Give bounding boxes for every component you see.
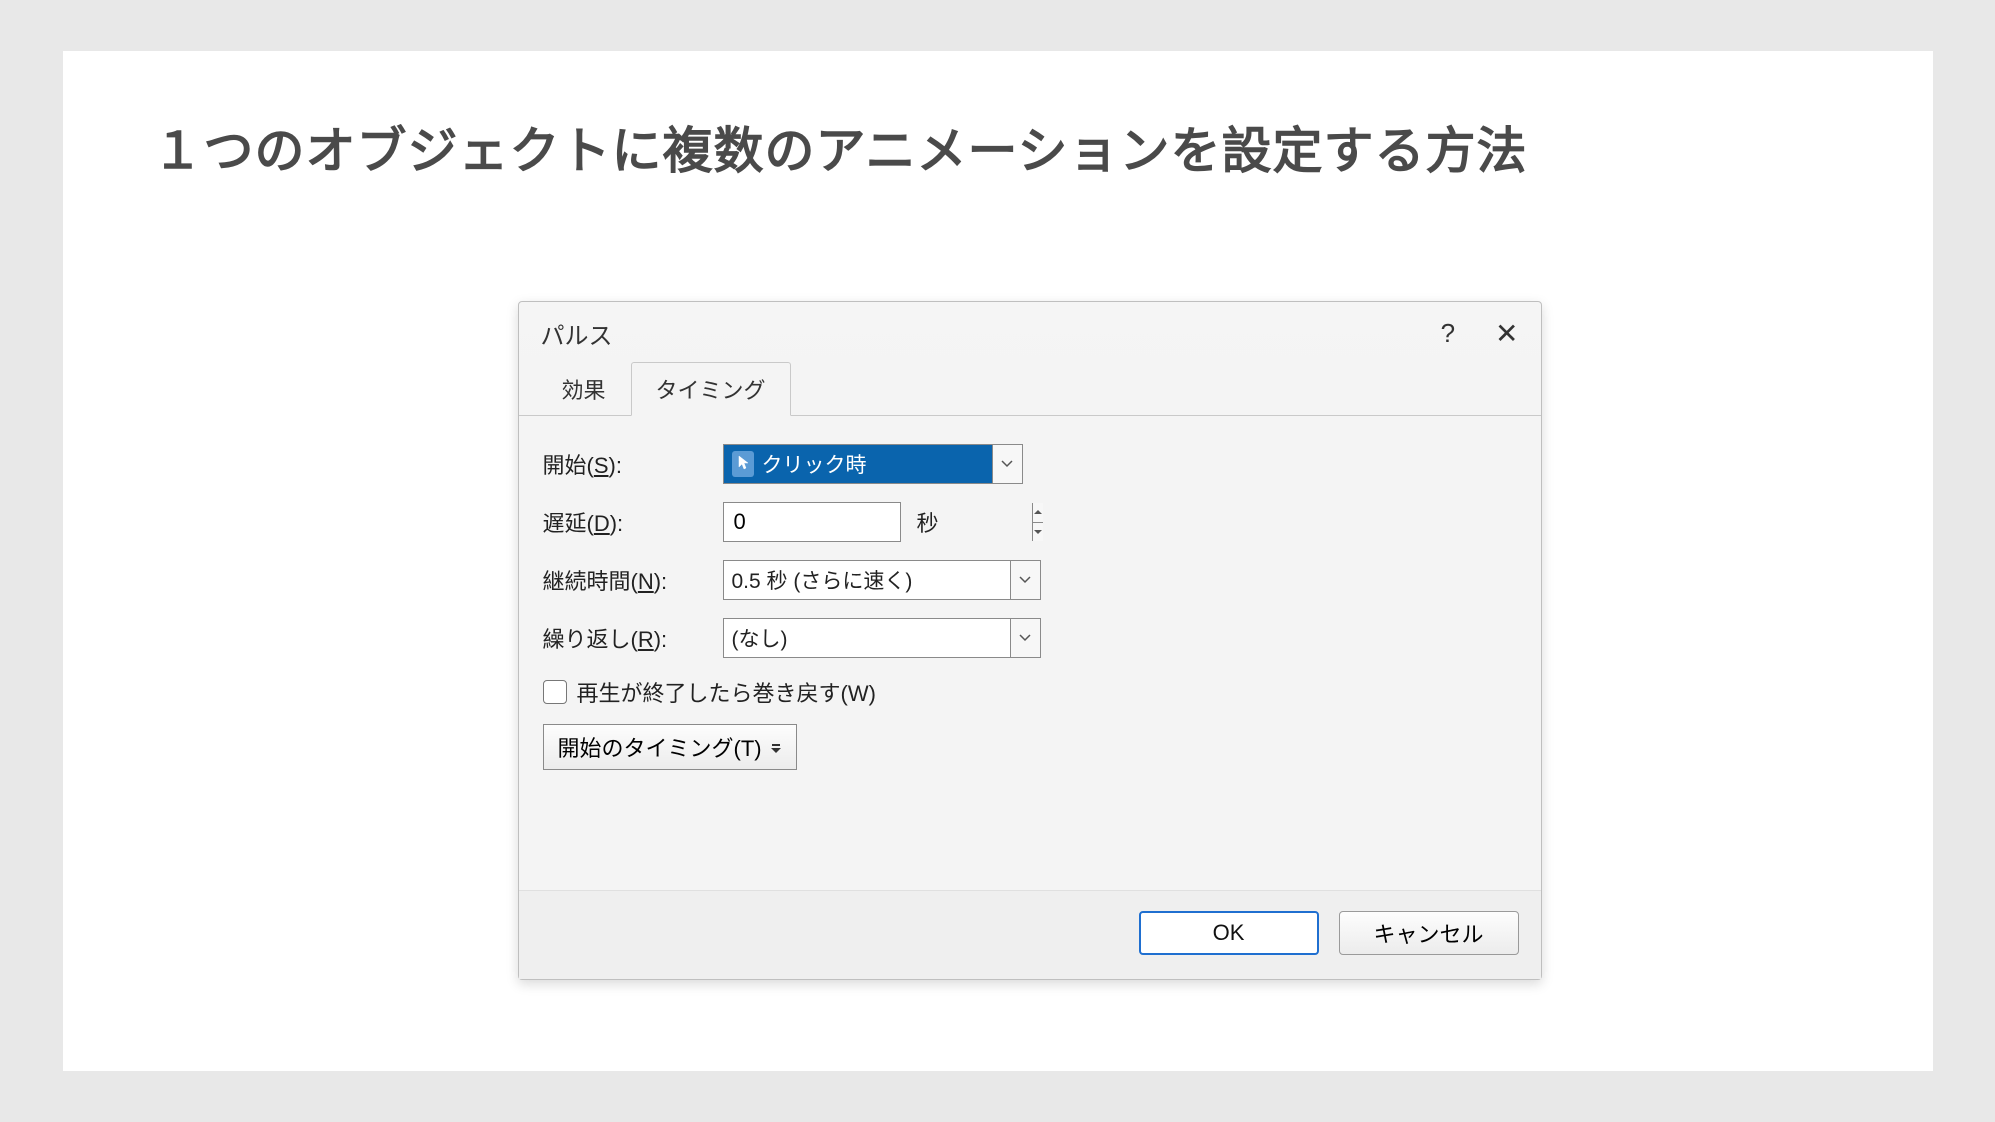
chevron-down-icon[interactable] <box>1010 561 1040 599</box>
tab-effect[interactable]: 効果 <box>537 362 631 416</box>
dialog-footer: OK キャンセル <box>519 890 1541 979</box>
spinner-up-icon[interactable] <box>1033 503 1043 523</box>
label-rewind: 再生が終了したら巻き戻す(W) <box>577 676 876 708</box>
chevron-down-icon <box>770 734 782 760</box>
trigger-timing-button[interactable]: 開始のタイミング(T) <box>543 724 797 770</box>
label-start: 開始(S): <box>543 448 723 480</box>
select-duration-value: 0.5 秒 (さらに速く) <box>724 561 1010 599</box>
spinner-delay[interactable] <box>723 502 901 542</box>
tab-body-timing: 開始(S): クリック時 遅延(D): <box>519 416 1541 890</box>
row-delay: 遅延(D): 秒 <box>543 502 1517 542</box>
chevron-down-icon[interactable] <box>1010 619 1040 657</box>
select-repeat-value: (なし) <box>724 619 1010 657</box>
row-rewind: 再生が終了したら巻き戻す(W) <box>543 676 1517 708</box>
checkbox-rewind[interactable] <box>543 680 567 704</box>
input-delay[interactable] <box>724 503 1032 541</box>
unit-seconds: 秒 <box>917 506 939 538</box>
help-icon[interactable]: ? <box>1441 318 1455 349</box>
chevron-down-icon[interactable] <box>992 445 1022 483</box>
close-icon[interactable]: ✕ <box>1495 320 1518 348</box>
label-repeat: 繰り返し(R): <box>543 622 723 654</box>
slide: １つのオブジェクトに複数のアニメーションを設定する方法 パルス ? ✕ 効果 タ… <box>63 51 1933 1071</box>
ok-button[interactable]: OK <box>1139 911 1319 955</box>
dialog-title: パルス <box>541 316 613 351</box>
select-start-value: クリック時 <box>724 445 992 483</box>
label-delay: 遅延(D): <box>543 506 723 538</box>
cancel-button[interactable]: キャンセル <box>1339 911 1519 955</box>
label-duration: 継続時間(N): <box>543 564 723 596</box>
trigger-label: 開始のタイミング(T) <box>558 731 762 763</box>
tab-strip: 効果 タイミング <box>519 361 1541 416</box>
dialog-titlebar: パルス ? ✕ <box>519 302 1541 361</box>
row-trigger: 開始のタイミング(T) <box>543 724 1517 770</box>
row-repeat: 繰り返し(R): (なし) <box>543 618 1517 658</box>
row-duration: 継続時間(N): 0.5 秒 (さらに速く) <box>543 560 1517 600</box>
select-duration[interactable]: 0.5 秒 (さらに速く) <box>723 560 1041 600</box>
tab-timing[interactable]: タイミング <box>631 362 791 416</box>
select-repeat[interactable]: (なし) <box>723 618 1041 658</box>
select-start[interactable]: クリック時 <box>723 444 1023 484</box>
mouse-click-icon <box>732 451 754 477</box>
dialog-pulse: パルス ? ✕ 効果 タイミング 開始(S): <box>518 301 1542 980</box>
spinner-buttons <box>1032 503 1043 541</box>
spinner-down-icon[interactable] <box>1033 523 1043 542</box>
page-title: １つのオブジェクトに複数のアニメーションを設定する方法 <box>153 111 1843 183</box>
row-start: 開始(S): クリック時 <box>543 444 1517 484</box>
titlebar-controls: ? ✕ <box>1441 318 1519 349</box>
